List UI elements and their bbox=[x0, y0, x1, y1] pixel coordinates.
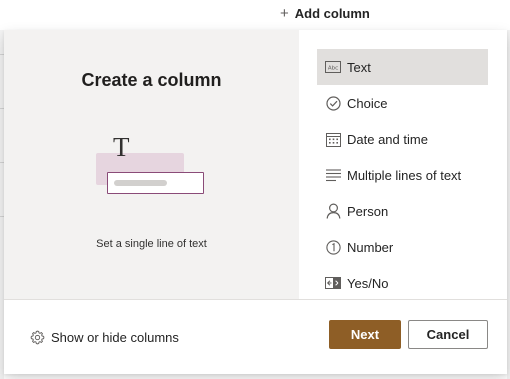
column-type-text[interactable]: Abc Text bbox=[317, 49, 488, 85]
column-type-person[interactable]: Person bbox=[317, 193, 488, 229]
cancel-button[interactable]: Cancel bbox=[408, 320, 488, 349]
column-type-date-and-time[interactable]: Date and time bbox=[317, 121, 488, 157]
column-type-number[interactable]: Number bbox=[317, 229, 488, 265]
stage: + Add column Create a column T Set a sin… bbox=[0, 0, 510, 379]
create-column-panel: Create a column T Set a single line of t… bbox=[4, 30, 507, 374]
column-type-list: Abc Text Choice Date and time Multiple l… bbox=[317, 49, 488, 299]
column-type-description: Set a single line of text bbox=[96, 238, 207, 250]
column-type-label: Person bbox=[347, 203, 389, 219]
plus-icon: + bbox=[280, 4, 289, 22]
calendar-icon bbox=[325, 131, 341, 147]
text-glyph-icon: T bbox=[113, 132, 130, 162]
gear-icon bbox=[30, 330, 45, 345]
panel-title: Create a column bbox=[81, 70, 222, 90]
person-icon bbox=[325, 203, 341, 219]
column-type-yes-no[interactable]: Yes/No bbox=[317, 265, 488, 299]
yes-no-toggle-icon bbox=[325, 275, 341, 291]
illustration-placeholder-line bbox=[114, 180, 167, 186]
column-type-list-pane: Abc Text Choice Date and time Multiple l… bbox=[299, 30, 507, 299]
text-column-illustration: T bbox=[94, 134, 214, 200]
column-type-choice[interactable]: Choice bbox=[317, 85, 488, 121]
next-button[interactable]: Next bbox=[329, 320, 401, 349]
column-type-label: Multiple lines of text bbox=[347, 167, 462, 183]
add-column-label: Add column bbox=[294, 5, 370, 21]
column-type-label: Choice bbox=[347, 95, 388, 111]
column-type-label: Yes/No bbox=[347, 275, 389, 291]
column-type-label: Text bbox=[347, 59, 371, 75]
illustration-textbox bbox=[107, 172, 204, 194]
add-column-button[interactable]: + Add column bbox=[280, 3, 370, 23]
choice-check-icon bbox=[325, 95, 341, 111]
column-type-label: Date and time bbox=[347, 131, 428, 147]
show-hide-columns-link[interactable]: Show or hide columns bbox=[30, 328, 179, 346]
show-hide-columns-label: Show or hide columns bbox=[51, 329, 179, 345]
column-type-multiple-lines[interactable]: Multiple lines of text bbox=[317, 157, 488, 193]
number-icon bbox=[325, 239, 341, 255]
text-type-icon: Abc bbox=[325, 59, 341, 75]
preview-pane: Create a column T Set a single line of t… bbox=[4, 30, 299, 299]
footer-divider bbox=[4, 299, 507, 300]
svg-text:Abc: Abc bbox=[328, 66, 338, 72]
column-type-label: Number bbox=[347, 239, 394, 255]
multiline-text-icon bbox=[325, 167, 341, 183]
